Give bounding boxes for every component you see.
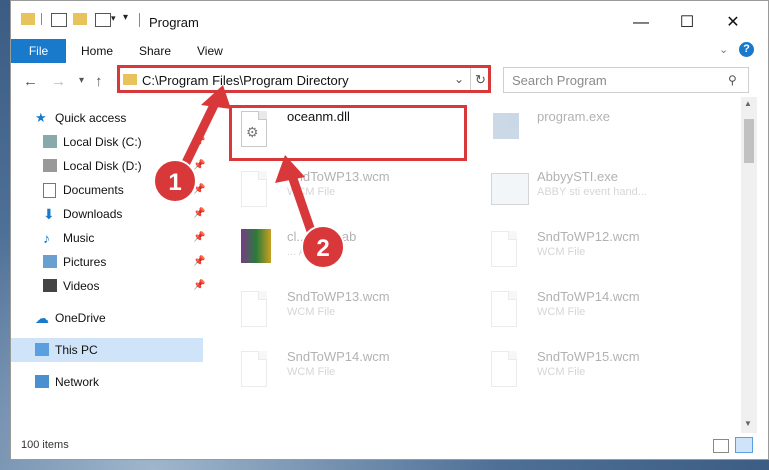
arrow-1-head (201, 85, 231, 109)
annotation-arrows (176, 85, 316, 233)
arrow-2-head (275, 155, 305, 183)
step-2-badge: 2 (301, 225, 345, 269)
step-1-badge: 1 (153, 159, 197, 203)
explorer-window: ▾ ▾ Program — ☐ ✕ File Home Share View ⌄… (10, 0, 769, 460)
arrow-2-shaft (286, 171, 316, 233)
